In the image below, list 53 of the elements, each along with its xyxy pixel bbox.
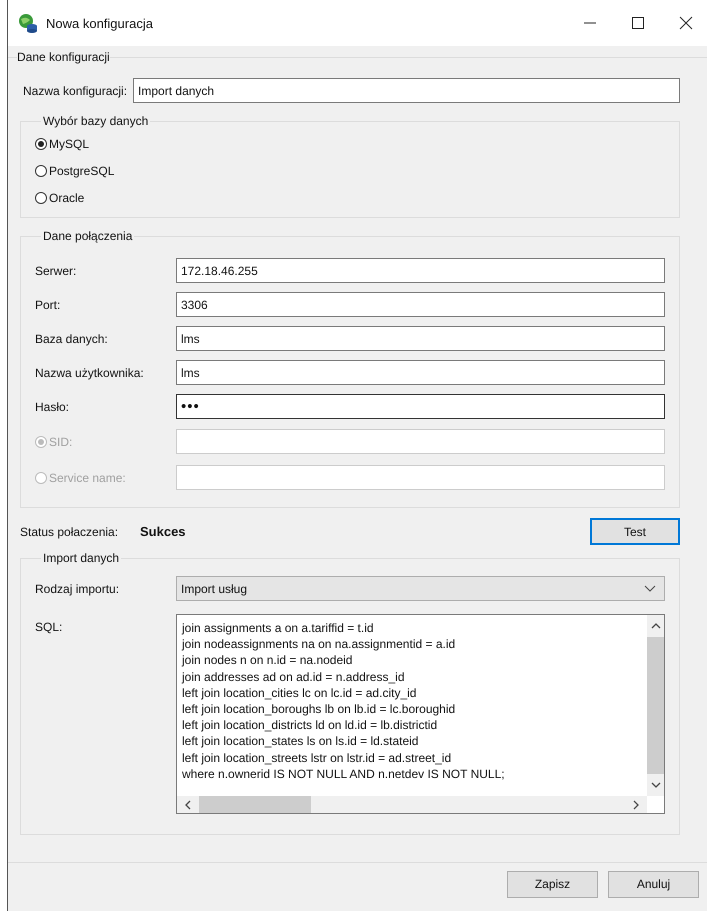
maximize-icon[interactable] (631, 16, 645, 30)
config-name-field[interactable]: Import danych (133, 78, 680, 103)
chevron-down-icon[interactable] (650, 782, 660, 788)
code-line: left join location_boroughs lb on lb.id = lc.boroughid (182, 701, 456, 718)
code-line: join nodes n on n.id = na.nodeid (182, 652, 354, 669)
code-line: left join location_streets lstr on lstr.id = ad.street_id (182, 750, 452, 766)
code-line: join assignments a on a.tariffid = t.id (182, 620, 375, 636)
code-line: left join location_states ls on ls.id = ld.stateid (182, 733, 420, 750)
dialog-button[interactable]: Anuluj (608, 870, 699, 898)
code-line: join nodeassignments na on na.assignmentid = a.id (182, 636, 456, 652)
group-title: Dane połączenia (42, 229, 134, 243)
chevron-up-icon[interactable] (650, 623, 660, 629)
field-label: Rodzaj importu: (35, 582, 120, 596)
code-line: where n.ownerid IS NOT NULL AND n.netdev IS NOT NULL; (182, 766, 506, 782)
group-title: Dane konfiguracji (17, 50, 110, 64)
radio-option[interactable]: PostgreSQL (35, 157, 679, 184)
import-type-dropdown[interactable]: Import usług (176, 576, 665, 601)
input-field[interactable]: ••• (176, 394, 665, 419)
input-field[interactable] (176, 465, 665, 490)
code-line: left join location_districts ld on ld.id = lb.districtid (182, 717, 438, 734)
field-label: Hasło: (35, 400, 70, 414)
code-line: left join location_cities lc on lc.id = ad.city_id (182, 684, 418, 702)
input-field[interactable] (176, 429, 665, 454)
group-title: Import danych (42, 551, 120, 565)
dialog-button[interactable]: Zapisz (507, 870, 598, 898)
group-title: Wybór bazy danych (42, 114, 150, 128)
status-value: Sukces (140, 524, 187, 539)
input-field[interactable]: 172.18.46.255 (176, 258, 665, 283)
globe-database-icon (18, 13, 38, 33)
input-field[interactable]: lms (176, 360, 665, 385)
chevron-down-icon (644, 584, 656, 592)
field-label: Baza danych: (35, 332, 109, 346)
sql-editor[interactable] (176, 614, 665, 814)
scroll-thumb[interactable] (647, 637, 664, 774)
field-label: SQL: (35, 620, 64, 634)
input-field[interactable]: 3306 (176, 292, 665, 317)
field-label: Serwer: (35, 264, 78, 278)
chevron-left-icon[interactable] (185, 800, 191, 810)
field-label: Nazwa użytkownika: (35, 366, 145, 380)
horizontal-scrollbar[interactable] (177, 796, 647, 813)
radio-option[interactable]: MySQL (35, 130, 679, 157)
code-line: join addresses ad on ad.id = n.address_id (182, 668, 406, 685)
scroll-thumb[interactable] (199, 796, 311, 813)
window-title: Nowa konfiguracja (46, 16, 154, 30)
status-label: Status połaczenia: (20, 524, 120, 538)
input-field[interactable]: lms (176, 326, 665, 351)
radio-option[interactable]: Oracle (35, 184, 679, 211)
vertical-scrollbar[interactable] (647, 615, 664, 796)
chevron-right-icon[interactable] (633, 800, 639, 810)
field-label: Port: (35, 298, 62, 312)
field-label: Nazwa konfiguracji: (23, 84, 128, 98)
close-icon[interactable] (679, 16, 693, 30)
test-button[interactable]: Test (590, 518, 680, 545)
